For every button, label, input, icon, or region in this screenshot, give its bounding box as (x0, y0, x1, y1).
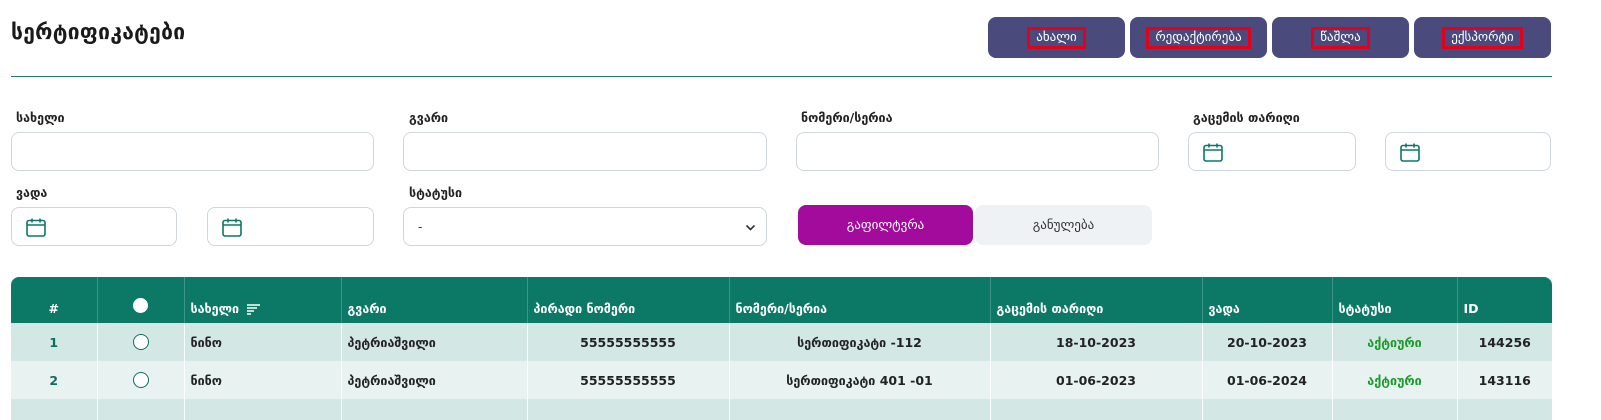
table-row[interactable]: 1 ნინო პეტრიაშვილი 55555555555 სერთიფიკა… (11, 323, 1552, 361)
cell-expiry: 01-06-2024 (1202, 361, 1333, 399)
number-series-label: ნომერი/სერია (801, 110, 893, 125)
edit-button-label: რედაქტირება (1146, 26, 1251, 49)
first-name-label: სახელი (16, 110, 65, 125)
table-header-row: # სახელი გვარი პირადი ნომერი ნომერი/სერი… (11, 277, 1552, 323)
first-name-input[interactable] (11, 132, 374, 171)
filter-button[interactable]: გაფილტვრა (798, 205, 973, 245)
cell-number-series: სერთიფიკატი -112 (729, 323, 991, 361)
new-button[interactable]: ახალი (988, 17, 1125, 58)
calendar-icon (222, 218, 242, 237)
cell-last-name: პეტრიაშვილი (341, 323, 528, 361)
export-button-label: ექსპორტი (1442, 26, 1523, 49)
expiry-label: ვადა (16, 185, 48, 200)
select-all-radio[interactable] (133, 298, 148, 313)
cell-id: 143116 (1478, 372, 1531, 388)
last-name-input[interactable] (403, 132, 767, 171)
calendar-icon (1203, 143, 1223, 162)
cell-status: აქტიური (1332, 361, 1458, 399)
delete-button-label: წაშლა (1311, 26, 1370, 49)
col-header-number: # (11, 277, 98, 323)
number-series-input[interactable] (796, 132, 1159, 171)
col-header-number-series: ნომერი/სერია (729, 277, 991, 323)
expiry-from-input[interactable] (11, 207, 177, 246)
calendar-icon (26, 218, 46, 237)
table-row-partial (11, 399, 1552, 420)
export-button[interactable]: ექსპორტი (1414, 17, 1551, 58)
issue-date-from-input[interactable] (1188, 132, 1356, 171)
status-select[interactable]: - (403, 207, 767, 246)
col-header-status: სტატუსი (1332, 277, 1458, 323)
col-header-last-name: გვარი (341, 277, 528, 323)
cell-id: 144256 (1478, 334, 1531, 350)
certificates-table: # სახელი გვარი პირადი ნომერი ნომერი/სერი… (11, 277, 1552, 420)
edit-button[interactable]: რედაქტირება (1130, 17, 1267, 58)
col-header-expiry: ვადა (1202, 277, 1333, 323)
col-header-id: ID (1463, 301, 1479, 316)
cell-personal-number: 55555555555 (527, 361, 730, 399)
cell-first-name: ნინო (184, 361, 342, 399)
header-divider (11, 76, 1552, 77)
col-header-first-name-label: სახელი (190, 301, 240, 316)
cell-personal-number: 55555555555 (527, 323, 730, 361)
cell-status: აქტიური (1332, 323, 1458, 361)
new-button-label: ახალი (1027, 26, 1086, 49)
col-header-personal-number: პირადი ნომერი (527, 277, 730, 323)
page-title: სერტიფიკატები (11, 20, 186, 44)
last-name-label: გვარი (409, 110, 449, 125)
issue-date-to-input[interactable] (1385, 132, 1551, 171)
cell-issue-date: 18-10-2023 (990, 323, 1203, 361)
row-number: 1 (11, 323, 98, 361)
row-radio[interactable] (132, 372, 149, 389)
calendar-icon (1400, 143, 1420, 162)
cell-number-series: სერთიფიკატი 401 -01 (729, 361, 991, 399)
sort-icon[interactable] (247, 304, 261, 315)
table-row[interactable]: 2 ნინო პეტრიაშვილი 55555555555 სერთიფიკა… (11, 361, 1552, 399)
col-header-select[interactable] (97, 277, 185, 323)
col-header-issue-date: გაცემის თარიღი (990, 277, 1203, 323)
reset-button[interactable]: განულება (975, 205, 1152, 245)
row-number: 2 (11, 361, 98, 399)
delete-button[interactable]: წაშლა (1272, 17, 1409, 58)
row-select[interactable] (97, 361, 185, 399)
chevron-down-icon (745, 224, 756, 231)
col-header-first-name[interactable]: სახელი (184, 277, 342, 323)
row-select[interactable] (97, 323, 185, 361)
status-select-value: - (418, 220, 423, 234)
cell-expiry: 20-10-2023 (1202, 323, 1333, 361)
cell-issue-date: 01-06-2023 (990, 361, 1203, 399)
expiry-to-input[interactable] (207, 207, 374, 246)
issue-date-label: გაცემის თარიღი (1193, 110, 1300, 125)
cell-first-name: ნინო (184, 323, 342, 361)
row-radio[interactable] (132, 334, 149, 351)
cell-last-name: პეტრიაშვილი (341, 361, 528, 399)
status-label: სტატუსი (409, 185, 463, 200)
